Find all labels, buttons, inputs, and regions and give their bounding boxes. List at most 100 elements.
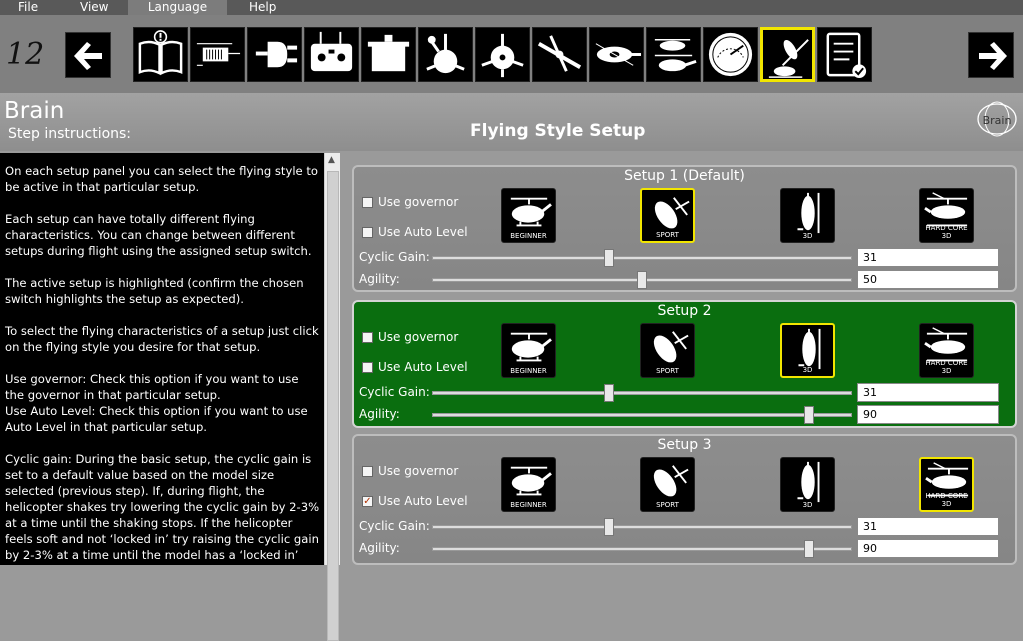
beginner-heli-icon bbox=[510, 197, 552, 227]
step-number: 12 bbox=[6, 37, 45, 72]
style-3d-button[interactable]: 3D bbox=[780, 457, 835, 512]
swashplate-level-icon bbox=[481, 33, 524, 78]
checkbox-box[interactable] bbox=[362, 361, 373, 373]
step-helicopter-top-button[interactable] bbox=[589, 27, 644, 82]
style-beginner-button[interactable]: BEGINNER bbox=[501, 188, 556, 243]
menu-file[interactable]: File bbox=[12, 0, 44, 15]
setup-2-panel[interactable]: Setup 2 Use governor Use Auto Level BEGINNE… bbox=[352, 300, 1017, 428]
slider-thumb[interactable] bbox=[637, 271, 647, 289]
checkbox-box[interactable]: ✓ bbox=[362, 495, 373, 507]
style-label: SPORT bbox=[656, 367, 679, 375]
use-auto-level-label: Use Auto Level bbox=[378, 360, 468, 374]
slider-thumb[interactable] bbox=[603, 249, 614, 267]
instruction-paragraph: The active setup is highlighted (confirm… bbox=[5, 276, 304, 306]
3d-heli-icon bbox=[797, 461, 820, 503]
style-label: HARD CORE 3D bbox=[925, 492, 968, 508]
step-swashplate-button[interactable] bbox=[418, 27, 473, 82]
slider-thumb[interactable] bbox=[603, 384, 614, 402]
step-swashplate-level-button[interactable] bbox=[475, 27, 530, 82]
checkbox-box[interactable] bbox=[362, 226, 373, 238]
menu-view[interactable]: View bbox=[74, 0, 114, 15]
step-checklist-button[interactable] bbox=[817, 27, 872, 82]
cyclic-gain-slider[interactable] bbox=[432, 384, 852, 402]
style-label: SPORT bbox=[656, 231, 679, 239]
step-gauge-button[interactable] bbox=[703, 27, 758, 82]
style-sport-button[interactable]: SPORT bbox=[640, 188, 695, 243]
flying-style-icon bbox=[768, 39, 809, 78]
agility-slider[interactable] bbox=[432, 406, 852, 424]
step-manual-book-button[interactable] bbox=[133, 27, 188, 82]
agility-label: Agility: bbox=[359, 541, 400, 555]
step-servo-button[interactable] bbox=[361, 27, 416, 82]
style-hard-core-3d-button[interactable]: HARD CORE 3D bbox=[919, 188, 974, 243]
arrow-left-icon bbox=[74, 42, 102, 70]
use-governor-checkbox[interactable]: Use governor bbox=[362, 195, 458, 209]
receiver-icon bbox=[196, 43, 241, 66]
style-3d-button[interactable]: 3D bbox=[780, 323, 835, 378]
style-beginner-button[interactable]: BEGINNER bbox=[501, 323, 556, 378]
agility-input[interactable]: 50 bbox=[857, 270, 999, 289]
cyclic-gain-input[interactable]: 31 bbox=[857, 517, 999, 536]
instructions-scrollbar[interactable]: ▲ bbox=[324, 153, 340, 641]
plug-icon bbox=[255, 41, 298, 68]
step-receiver-button[interactable] bbox=[190, 27, 245, 82]
style-label: HARD CORE 3D bbox=[925, 359, 968, 375]
slider-thumb[interactable] bbox=[804, 540, 815, 558]
back-button[interactable] bbox=[65, 32, 111, 78]
brain-logo-icon: Brain bbox=[977, 101, 1017, 137]
step-transmitter-button[interactable] bbox=[304, 27, 359, 82]
setup-3-panel[interactable]: Setup 3 Use governor ✓ Use Auto Level BEGINN… bbox=[352, 434, 1017, 565]
menu-help[interactable]: Help bbox=[243, 0, 282, 15]
instructions-panel: On each setup panel you can select the f… bbox=[0, 153, 324, 565]
cyclic-gain-slider[interactable] bbox=[432, 249, 852, 267]
use-governor-checkbox[interactable]: Use governor bbox=[362, 464, 458, 478]
checkbox-box[interactable] bbox=[362, 196, 373, 208]
cyclic-gain-input[interactable]: 31 bbox=[857, 248, 999, 267]
menu-language[interactable]: Language bbox=[128, 0, 227, 15]
helicopter-tilt-icon bbox=[654, 39, 697, 72]
scroll-up-icon[interactable]: ▲ bbox=[328, 155, 335, 165]
checkbox-box[interactable] bbox=[362, 331, 373, 343]
instruction-paragraph: Cyclic gain: During the basic setup, the… bbox=[5, 452, 320, 565]
setup-title: Setup 2 bbox=[657, 303, 712, 319]
agility-label: Agility: bbox=[359, 407, 400, 421]
step-toolbar: 12 bbox=[0, 15, 1023, 93]
style-hard-core-3d-button[interactable]: HARD CORE 3D bbox=[919, 457, 974, 512]
cyclic-gain-label: Cyclic Gain: bbox=[359, 519, 430, 533]
arrow-right-icon bbox=[979, 42, 1007, 70]
use-auto-level-checkbox[interactable]: Use Auto Level bbox=[362, 225, 468, 239]
slider-thumb[interactable] bbox=[804, 406, 815, 424]
scroll-thumb[interactable] bbox=[327, 171, 339, 641]
use-auto-level-checkbox[interactable]: Use Auto Level bbox=[362, 360, 468, 374]
style-hard-core-3d-button[interactable]: HARD CORE 3D bbox=[919, 323, 974, 378]
step-instructions-label: Step instructions: bbox=[8, 126, 132, 142]
svg-text:Brain: Brain bbox=[983, 114, 1012, 127]
transmitter-icon bbox=[310, 31, 353, 72]
style-sport-button[interactable]: SPORT bbox=[640, 457, 695, 512]
agility-input[interactable]: 90 bbox=[857, 405, 999, 424]
use-governor-checkbox[interactable]: Use governor bbox=[362, 330, 458, 344]
next-button[interactable] bbox=[968, 32, 1014, 78]
setup-1-panel[interactable]: Setup 1 (Default) Use governor Use Auto Le… bbox=[352, 165, 1017, 292]
style-3d-button[interactable]: 3D bbox=[780, 188, 835, 243]
use-auto-level-label: Use Auto Level bbox=[378, 225, 468, 239]
cyclic-gain-input[interactable]: 31 bbox=[857, 383, 999, 402]
step-rotor-blades-button[interactable] bbox=[532, 27, 587, 82]
agility-input[interactable]: 90 bbox=[857, 539, 999, 558]
checkbox-box[interactable] bbox=[362, 465, 373, 477]
slider-thumb[interactable] bbox=[603, 518, 614, 536]
servo-icon bbox=[367, 34, 410, 72]
use-auto-level-checkbox[interactable]: ✓ Use Auto Level bbox=[362, 494, 468, 508]
instruction-paragraph: On each setup panel you can select the f… bbox=[5, 164, 319, 194]
step-plug-button[interactable] bbox=[247, 27, 302, 82]
agility-slider[interactable] bbox=[432, 540, 852, 558]
cyclic-gain-slider[interactable] bbox=[432, 518, 852, 536]
sport-heli-icon bbox=[653, 331, 689, 363]
step-helicopter-tilt-button[interactable] bbox=[646, 27, 701, 82]
menu-bar: File View Language Help bbox=[0, 0, 1023, 15]
style-sport-button[interactable]: SPORT bbox=[640, 323, 695, 378]
style-beginner-button[interactable]: BEGINNER bbox=[501, 457, 556, 512]
agility-slider[interactable] bbox=[432, 271, 852, 289]
step-flying-style-button[interactable] bbox=[760, 27, 815, 82]
instruction-paragraph: Each setup can have totally different fl… bbox=[5, 212, 312, 258]
